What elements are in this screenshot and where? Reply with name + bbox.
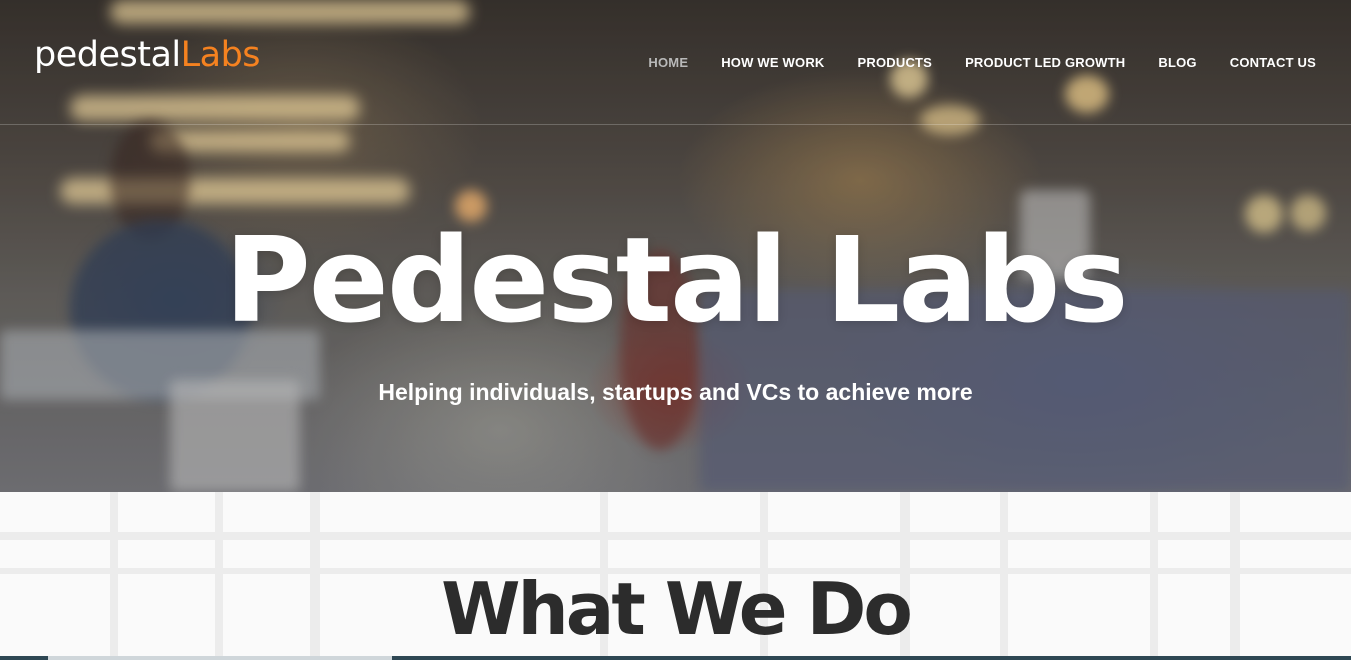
nav-item-how-we-work[interactable]: HOW WE WORK [721,53,824,73]
nav-item-products[interactable]: PRODUCTS [858,53,933,73]
logo-text-primary: pedestal [34,35,181,75]
section-title: What We Do [441,567,913,651]
logo-text-accent: Labs [180,35,261,75]
bottom-strip [0,656,1351,660]
nav-item-contact-us[interactable]: CONTACT US [1230,53,1316,73]
main-nav: HOME HOW WE WORK PRODUCTS PRODUCT LED GR… [615,53,1316,73]
what-we-do-section: What We Do [0,492,1351,660]
nav-item-blog[interactable]: BLOG [1158,53,1196,73]
hero-banner: pedestalLabs HOME HOW WE WORK PRODUCTS P… [0,0,1351,492]
nav-item-home[interactable]: HOME [648,53,688,73]
bottom-strip-highlight [48,656,392,660]
hero-subtitle: Helping individuals, startups and VCs to… [378,379,973,405]
top-navbar: pedestalLabs HOME HOW WE WORK PRODUCTS P… [0,0,1351,125]
hero-title: Pedestal Labs [224,211,1128,349]
site-logo[interactable]: pedestalLabs [34,30,261,80]
nav-item-product-led-growth[interactable]: PRODUCT LED GROWTH [965,53,1125,73]
